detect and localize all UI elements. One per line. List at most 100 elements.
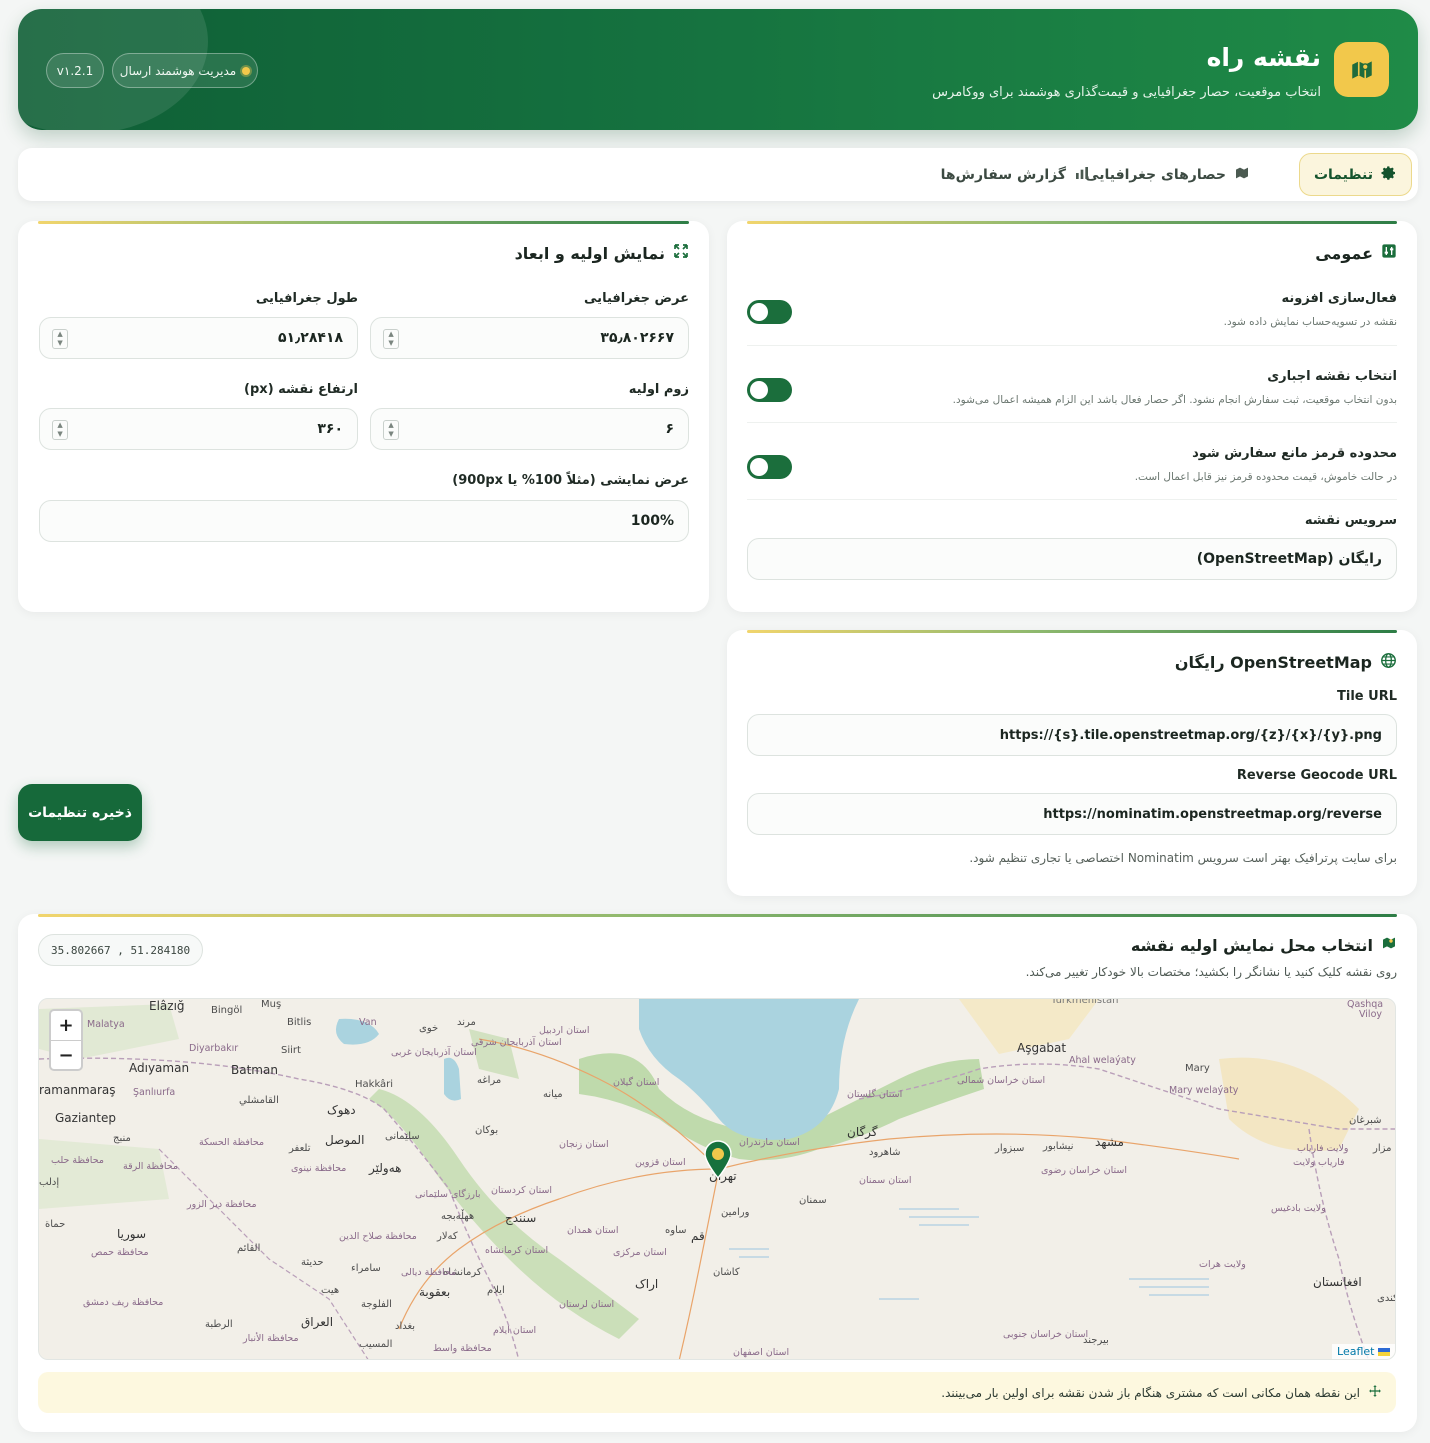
- map-label: محافظة الأنبار: [243, 1333, 299, 1344]
- map-label: استان گیلان: [613, 1077, 660, 1088]
- map-attribution[interactable]: Leaflet: [1332, 1344, 1395, 1359]
- tile-url-value: https://{s}.tile.openstreetmap.org/{z}/{…: [999, 727, 1382, 743]
- map-label: کەلار: [437, 1231, 458, 1242]
- geocode-url-value: https://nominatim.openstreetmap.org/reve…: [1043, 806, 1382, 822]
- map-label: محافظة دير الزور: [187, 1199, 257, 1210]
- map-service-select[interactable]: رایگان (OpenStreetMap): [747, 538, 1397, 580]
- app-title: نقشه راه: [1206, 43, 1321, 72]
- map-label: استان کردستان: [491, 1185, 553, 1196]
- location-hint: روی نقشه کلیک کنید یا نشانگر را بکشید؛ م…: [1025, 965, 1397, 979]
- status-dot-icon: [242, 66, 251, 75]
- map-height-input[interactable]: ۳۶۰ ▲ ▼: [39, 408, 358, 450]
- tab-settings-label: تنظیمات: [1313, 166, 1373, 183]
- map-label: الموصل: [325, 1133, 365, 1147]
- tab-settings[interactable]: تنظیمات: [1298, 153, 1412, 196]
- map-icon: [1234, 165, 1250, 185]
- enable-plugin-toggle[interactable]: [747, 300, 792, 324]
- divider: [747, 499, 1397, 500]
- zoom-value: ۶: [665, 421, 674, 437]
- map-label: ورامین: [721, 1207, 750, 1218]
- map-label: ساوه: [665, 1225, 687, 1236]
- force-map-toggle[interactable]: [747, 378, 792, 402]
- map-label: خوی: [419, 1023, 439, 1034]
- location-marker[interactable]: [703, 1139, 733, 1180]
- map-service-value: رایگان (OpenStreetMap): [1196, 551, 1382, 567]
- map-label: القامشلي: [239, 1095, 279, 1106]
- map-label: استان قزوین: [635, 1157, 686, 1168]
- map-logo-icon: [1334, 42, 1389, 97]
- map-label: مراغه: [477, 1075, 502, 1086]
- map-label: Viloy: [1359, 1009, 1383, 1020]
- map-label: محافظة واسط: [433, 1343, 492, 1354]
- map-label: مرند: [457, 1017, 476, 1028]
- latitude-input[interactable]: ۳۵٫۸۰۲۶۶۷ ▲ ▼: [370, 317, 689, 359]
- general-settings-card: عمومی فعال‌سازی افزونه نقشه در تسویه‌حسا…: [727, 221, 1417, 612]
- map-canvas[interactable]: Elâzığ Muş Bingöl Bitlis Van Malatya Diy…: [38, 998, 1396, 1360]
- map-label: استان ایلام: [493, 1325, 537, 1336]
- red-zone-toggle[interactable]: [747, 455, 792, 479]
- number-stepper-icon[interactable]: ▲ ▼: [383, 420, 399, 440]
- location-card-title-text: انتخاب محل نمایش اولیه نقشه: [1130, 935, 1373, 955]
- display-width-label: عرض نمایشی (مثلاً 100% یا 900px): [452, 473, 689, 488]
- tab-geofences-label: حصارهای جغرافیایی: [1085, 166, 1226, 183]
- map-label: استان همدان: [567, 1225, 619, 1236]
- zoom-label: زوم اولیه: [628, 382, 689, 397]
- map-label: محافظة ريف دمشق: [83, 1297, 164, 1308]
- map-label: استان اردبیل: [539, 1025, 590, 1036]
- display-settings-card: نمایش اولیه و ابعاد عرض جغرافیایی ۳۵٫۸۰۲…: [18, 221, 709, 612]
- map-label: Van: [359, 1017, 377, 1028]
- map-label: محافظة ديالى: [401, 1267, 457, 1278]
- map-label: استان گلستان: [847, 1089, 903, 1100]
- zoom-input[interactable]: ۶ ▲ ▼: [370, 408, 689, 450]
- zoom-out-button[interactable]: −: [51, 1040, 81, 1069]
- map-label: هيت: [321, 1285, 340, 1296]
- map-label: مزار: [1373, 1143, 1392, 1154]
- map-label: Adıyaman: [129, 1061, 190, 1075]
- tab-order-reports[interactable]: گزارش سفارش‌ها: [927, 153, 1104, 196]
- general-card-title: عمومی: [1315, 243, 1397, 263]
- map-label: بوکان: [475, 1125, 499, 1136]
- zoom-control: + −: [49, 1009, 83, 1071]
- map-label: سنندج: [505, 1211, 537, 1225]
- map-label: هه‌ولێر: [369, 1161, 402, 1175]
- map-height-value: ۳۶۰: [317, 421, 343, 437]
- card-accent-line: [747, 630, 1397, 633]
- version-badge: v۱.2.1: [46, 53, 104, 88]
- general-card-title-text: عمومی: [1315, 243, 1373, 263]
- map-label: ههڵەبجە: [441, 1211, 475, 1222]
- display-width-input[interactable]: 100%: [39, 500, 689, 542]
- osm-hint: برای سایت پرترافیک بهتر است سرویس Nomina…: [969, 851, 1397, 865]
- longitude-value: ۵۱٫۲۸۴۱۸: [277, 330, 343, 346]
- longitude-input[interactable]: ۵۱٫۲۸۴۱۸ ▲ ▼: [39, 317, 358, 359]
- zoom-in-button[interactable]: +: [51, 1011, 81, 1040]
- location-note-text: این نقطه همان مکانی است که مشتری هنگام ب…: [941, 1385, 1360, 1400]
- osm-card-title-text: OpenStreetMap رایگان: [1174, 653, 1372, 672]
- force-map-desc: بدون انتخاب موقعیت، ثبت سفارش انجام نشود…: [952, 394, 1397, 406]
- map-label: استان خراسان رضوی: [1041, 1165, 1127, 1176]
- app-header: نقشه راه انتخاب موقعیت، حصار جغرافیایی و…: [18, 9, 1418, 130]
- tile-url-input[interactable]: https://{s}.tile.openstreetmap.org/{z}/{…: [747, 714, 1397, 756]
- map-label: Muş: [261, 999, 282, 1010]
- status-badge-label: مدیریت هوشمند ارسال: [119, 63, 237, 78]
- geocode-url-input[interactable]: https://nominatim.openstreetmap.org/reve…: [747, 793, 1397, 835]
- map-label: Mary welaýaty: [1169, 1085, 1239, 1096]
- map-label: استان اصفهان: [733, 1347, 790, 1358]
- map-label: استان سمنان: [859, 1175, 912, 1186]
- bar-chart-icon: [1074, 165, 1090, 185]
- divider: [747, 345, 1397, 346]
- number-stepper-icon[interactable]: ▲ ▼: [52, 329, 68, 349]
- map-label: Batman: [231, 1063, 278, 1077]
- map-label: Turkmenistan: [1051, 998, 1119, 1006]
- map-icon: [1381, 935, 1397, 955]
- save-settings-button[interactable]: ذخیره تنظیمات: [18, 784, 142, 841]
- map-label: ولایت فاریاب: [1297, 1143, 1349, 1154]
- map-label: الرطبة: [205, 1319, 233, 1330]
- number-stepper-icon[interactable]: ▲ ▼: [383, 329, 399, 349]
- attribution-link[interactable]: Leaflet: [1337, 1345, 1374, 1358]
- map-service-label: سرویس نقشه: [1304, 513, 1397, 528]
- geocode-url-label: Reverse Geocode URL: [1236, 768, 1397, 783]
- red-zone-desc: در حالت خاموش، قیمت محدوده قرمز نیز قابل…: [1134, 471, 1397, 483]
- map-label: سوريا: [117, 1227, 147, 1241]
- map-label: استان آذربایجان شرقی: [471, 1037, 562, 1048]
- number-stepper-icon[interactable]: ▲ ▼: [52, 420, 68, 440]
